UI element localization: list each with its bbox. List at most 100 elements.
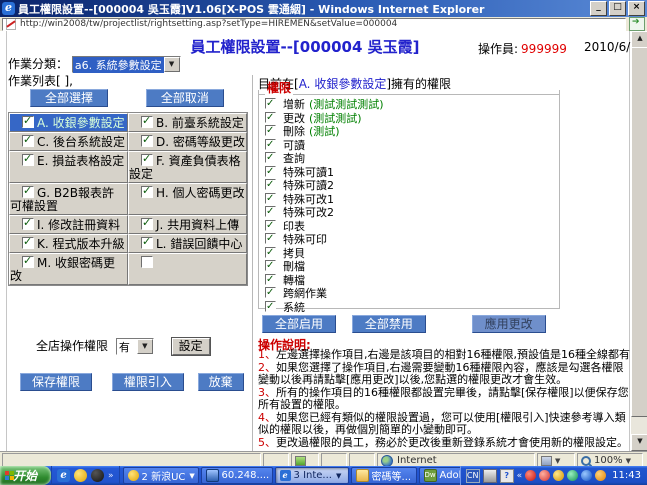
language-indicator[interactable]: CN <box>466 469 480 483</box>
operation-cell-a[interactable]: A. 收銀參數設定 <box>9 113 128 132</box>
permission-row[interactable]: 跨網作業 <box>265 287 557 300</box>
vertical-scrollbar[interactable]: ▲ ▼ <box>631 31 647 451</box>
permission-row[interactable]: 增新(測試測試測試) <box>265 98 557 111</box>
overflow-chevron-icon[interactable]: » <box>108 471 114 481</box>
taskbar-button-internet-explorer[interactable]: e 3 Inte... ▼ <box>275 467 349 484</box>
checkbox[interactable] <box>22 218 34 230</box>
uc-icon[interactable] <box>74 469 87 482</box>
window-titlebar[interactable]: e 員工權限設置--[000004 吳玉霞]V1.06[X-POS 雲通絪] -… <box>0 0 647 17</box>
address-url[interactable]: http://win2008/tw/projectlist/rightsetti… <box>20 19 397 29</box>
operation-cell-j[interactable]: J. 共用資料上傳 <box>128 215 247 234</box>
permission-row[interactable]: 拷貝 <box>265 247 557 260</box>
checkbox[interactable] <box>265 112 276 123</box>
checkbox[interactable] <box>141 218 153 230</box>
checkbox[interactable] <box>265 260 276 271</box>
operation-cell-g[interactable]: G. B2B報表許可權設置 <box>9 183 128 215</box>
permission-row[interactable]: 特殊可改1 <box>265 193 557 206</box>
address-field[interactable]: http://win2008/tw/projectlist/rightsetti… <box>2 18 626 31</box>
checkbox[interactable] <box>141 186 153 198</box>
permission-row[interactable]: 刪檔 <box>265 260 557 273</box>
cancel-all-button[interactable]: 全部取消 <box>146 89 224 107</box>
qq-tray-icon[interactable] <box>525 470 536 481</box>
checkbox[interactable] <box>141 116 153 128</box>
import-permissions-button[interactable]: 權限引入 <box>112 373 184 391</box>
permission-row[interactable]: 轉檔 <box>265 274 557 287</box>
checkbox[interactable] <box>265 220 276 231</box>
taskbar-button-sina-uc[interactable]: 2 新浪UC ▼ <box>123 467 199 484</box>
close-button[interactable]: × <box>628 1 645 16</box>
checkbox[interactable] <box>22 256 34 268</box>
operation-cell-h[interactable]: H. 個人密碼更改 <box>128 183 247 215</box>
permission-row[interactable]: 特殊可讀2 <box>265 179 557 192</box>
checkbox[interactable] <box>265 301 276 312</box>
taskbar-button-remote[interactable]: 60.248.... <box>201 467 273 484</box>
scroll-up-icon[interactable]: ▲ <box>631 31 647 48</box>
scrollbar-thumb[interactable] <box>631 47 647 417</box>
operation-cell-m[interactable]: M. 收銀密碼更改 <box>9 253 128 285</box>
checkbox[interactable] <box>265 139 276 150</box>
checkbox[interactable] <box>141 135 153 147</box>
checkbox[interactable] <box>265 152 276 163</box>
permission-row[interactable]: 查詢 <box>265 152 557 165</box>
permission-row[interactable]: 特殊可改2 <box>265 206 557 219</box>
permission-row[interactable]: 特殊可讀1 <box>265 166 557 179</box>
permission-row[interactable]: 系統 <box>265 301 557 314</box>
ie-icon[interactable]: e <box>57 469 70 482</box>
operation-cell-d[interactable]: D. 密碼等級更改 <box>128 132 247 151</box>
permission-row[interactable]: 特殊可印 <box>265 233 557 246</box>
checkbox[interactable] <box>265 166 276 177</box>
set-button[interactable]: 設定 <box>172 338 210 355</box>
checkbox[interactable] <box>22 237 34 249</box>
category-select[interactable]: a6. 系統參數設定 ▼ <box>72 56 181 73</box>
pet-tray-icon[interactable] <box>553 470 564 481</box>
disable-all-button[interactable]: 全部禁用 <box>352 315 426 333</box>
store-permission-select[interactable]: 有 ▼ <box>116 338 154 355</box>
taskbar-button-folder[interactable]: 密碼等... <box>351 467 417 484</box>
media-tray-icon[interactable] <box>567 470 578 481</box>
operation-cell-i[interactable]: I. 修改註冊資料 <box>9 215 128 234</box>
operation-cell-e[interactable]: E. 損益表格設定 <box>9 151 128 183</box>
uc-tray-icon[interactable] <box>539 470 550 481</box>
chevron-down-icon[interactable]: ▼ <box>164 57 180 72</box>
apply-changes-button[interactable]: 應用更改 <box>472 315 546 333</box>
qq-icon[interactable] <box>91 469 104 482</box>
checkbox[interactable] <box>22 186 34 198</box>
taskbar-button-adobe[interactable]: Dw Adobe D... <box>419 467 460 484</box>
operation-cell-c[interactable]: C. 後台系統設定 <box>9 132 128 151</box>
operation-cell-l[interactable]: L. 錯誤回饋中心 <box>128 234 247 253</box>
checkbox[interactable] <box>265 274 276 285</box>
chevron-down-icon[interactable]: ▼ <box>137 339 153 354</box>
go-icon[interactable] <box>629 17 645 31</box>
scroll-down-icon[interactable]: ▼ <box>631 434 647 451</box>
printer-icon[interactable] <box>483 469 497 483</box>
operation-cell-empty[interactable] <box>128 253 247 285</box>
checkbox[interactable] <box>141 154 153 166</box>
minimize-button[interactable]: _ <box>590 1 607 16</box>
checkbox[interactable] <box>141 256 153 268</box>
checkbox[interactable] <box>265 179 276 190</box>
operation-cell-f[interactable]: F. 資產負債表格設定 <box>128 151 247 183</box>
checkbox[interactable] <box>265 193 276 204</box>
maximize-button[interactable]: □ <box>609 1 626 16</box>
checkbox[interactable] <box>141 237 153 249</box>
checkbox[interactable] <box>22 135 34 147</box>
permission-row[interactable]: 更改(測試測試) <box>265 112 557 125</box>
checkbox[interactable] <box>265 247 276 258</box>
msn-tray-icon[interactable] <box>581 470 592 481</box>
operation-cell-b[interactable]: B. 前臺系統設定 <box>128 113 247 132</box>
operation-cell-k[interactable]: K. 程式版本升級 <box>9 234 128 253</box>
checkbox[interactable] <box>265 206 276 217</box>
permission-row[interactable]: 印表 <box>265 220 557 233</box>
checkbox[interactable] <box>22 154 34 166</box>
enable-all-button[interactable]: 全部启用 <box>262 315 336 333</box>
collapse-chevron-icon[interactable]: « <box>517 471 523 481</box>
checkbox[interactable] <box>265 98 276 109</box>
shield-tray-icon[interactable] <box>595 470 606 481</box>
permission-row[interactable]: 可讀 <box>265 139 557 152</box>
checkbox[interactable] <box>22 116 34 128</box>
clock[interactable]: 11:43 <box>612 470 641 481</box>
permission-row[interactable]: 刪除(測試) <box>265 125 557 138</box>
checkbox[interactable] <box>265 233 276 244</box>
checkbox[interactable] <box>265 125 276 136</box>
select-all-button[interactable]: 全部選擇 <box>30 89 108 107</box>
